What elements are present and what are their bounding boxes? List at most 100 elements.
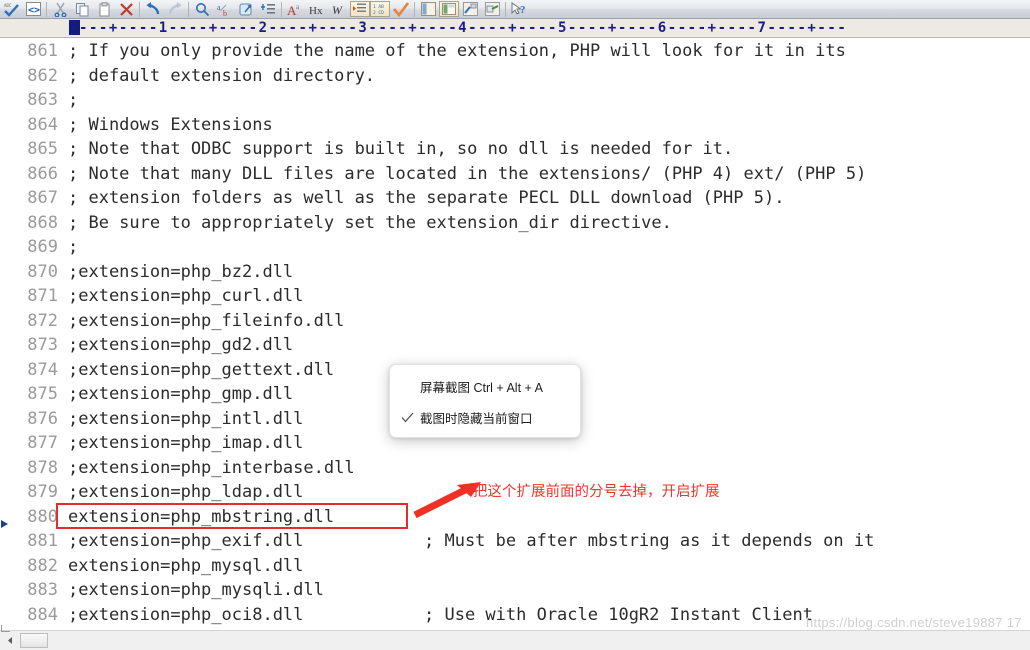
code-line[interactable]: 867 ; extension folders as well as the se…	[0, 186, 1030, 211]
copy-icon[interactable]	[71, 0, 93, 18]
syntax-check-icon[interactable]	[390, 0, 412, 18]
help-pointer-icon[interactable]: ?	[508, 0, 530, 18]
line-number: 870	[27, 261, 58, 282]
paste-icon[interactable]	[93, 0, 115, 18]
code-line[interactable]: 868 ; Be sure to appropriately set the ex…	[0, 211, 1030, 236]
line-number: 863	[27, 90, 58, 110]
line-number: 861	[27, 41, 58, 61]
line-number: 868	[27, 212, 58, 233]
replace-icon[interactable]: a b	[213, 0, 235, 18]
panel-left-icon[interactable]	[417, 0, 439, 18]
line-numbers-icon[interactable]: 1 AB 2 CD	[370, 1, 390, 17]
code-line[interactable]: 881 ;extension=php_exif.dll ; Must be afte…	[0, 529, 1030, 554]
panel-blue-icon[interactable]	[459, 0, 481, 18]
line-text: ;extension=php_ldap.dll	[68, 482, 304, 502]
hex-view-icon[interactable]: Hx	[306, 0, 328, 18]
line-text: ;extension=php_intl.dll	[68, 408, 304, 429]
code-line[interactable]: 883 ;extension=php_mysqli.dll	[0, 578, 1030, 603]
panel-green-icon[interactable]	[481, 0, 503, 18]
line-text: extension=php_mysql.dll	[68, 555, 304, 576]
word-wrap-icon[interactable]: W	[328, 0, 350, 18]
undo-icon[interactable]	[142, 0, 164, 18]
code-line-list[interactable]: 861 ; If you only provide the name of the…	[0, 39, 1030, 627]
horizontal-scrollbar[interactable]	[0, 625, 1030, 650]
font-format-icon[interactable]: A a	[284, 0, 306, 18]
code-line[interactable]: 872 ;extension=php_fileinfo.dll	[0, 309, 1030, 334]
menu-item-hide-window[interactable]: 截图时隐藏当前窗口	[390, 402, 580, 433]
line-trailing-comment: ; Must be after mbstring as it depends o…	[424, 531, 875, 551]
code-line[interactable]: 873 ;extension=php_gd2.dll	[0, 333, 1030, 358]
code-line[interactable]: 865 ; Note that ODBC support is built in,…	[0, 137, 1030, 162]
line-number: 884	[27, 604, 58, 625]
screenshot-context-menu[interactable]: 屏幕截图 Ctrl + Alt + A 截图时隐藏当前窗口	[389, 364, 581, 438]
panel-table-icon[interactable]	[439, 1, 459, 17]
indent-icon[interactable]	[350, 1, 370, 17]
line-text: extension=php_mbstring.dll	[68, 506, 335, 527]
code-line[interactable]: 869;	[0, 235, 1030, 260]
line-text: ; Note that many DLL files are located i…	[68, 163, 867, 184]
line-number: 879	[27, 482, 58, 502]
find-icon[interactable]	[191, 0, 213, 18]
code-line[interactable]: 862 ; default extension directory.	[0, 64, 1030, 89]
code-line[interactable]: 882 extension=php_mysql.dll	[0, 554, 1030, 579]
line-number: 877	[27, 433, 58, 453]
line-number: 864	[27, 114, 58, 135]
code-line[interactable]: 878 ;extension=php_interbase.dll	[0, 456, 1030, 481]
line-text: ; If you only provide the name of the ex…	[68, 41, 846, 61]
toolbar-separator	[188, 1, 189, 17]
line-text: ;extension=php_bz2.dll	[68, 261, 294, 282]
text-editor-area[interactable]: 861 ; If you only provide the name of the…	[0, 39, 1030, 629]
line-number: 867	[27, 188, 58, 208]
code-line[interactable]: 866 ; Note that many DLL files are locate…	[0, 162, 1030, 187]
line-text: ;extension=php_oci8.dll	[68, 604, 304, 625]
menu-item-screenshot[interactable]: 屏幕截图 Ctrl + Alt + A	[390, 371, 580, 402]
line-number: 878	[27, 457, 58, 478]
code-line[interactable]: 861 ; If you only provide the name of the…	[0, 39, 1030, 64]
goto-icon[interactable]	[235, 0, 257, 18]
svg-text:Hx: Hx	[309, 5, 323, 17]
code-line[interactable]: 871 ;extension=php_curl.dll	[0, 284, 1030, 309]
scroll-corner-mark	[1, 625, 10, 632]
line-number: 872	[27, 310, 58, 331]
toolbar-separator	[281, 1, 282, 17]
menu-item-hide-window-label: 截图时隐藏当前窗口	[420, 412, 533, 426]
line-trailing-comment: ; Use with Oracle 10gR2 Instant Client	[424, 604, 813, 625]
line-text: ;	[68, 237, 79, 257]
line-text: ;extension=php_fileinfo.dll	[68, 310, 345, 331]
line-number: 882	[27, 555, 58, 576]
line-text: ; Windows Extensions	[68, 114, 273, 135]
toolbar-separator	[505, 1, 506, 17]
redo-icon[interactable]	[164, 0, 186, 18]
code-line[interactable]: 870 ;extension=php_bz2.dll	[0, 260, 1030, 285]
scroll-left-arrow-icon[interactable]	[2, 633, 18, 649]
svg-text:b: b	[223, 9, 227, 17]
line-text: ;extension=php_curl.dll	[68, 286, 304, 306]
line-text: ; Note that ODBC support is built in, so…	[68, 139, 734, 159]
ruler-scale: ----+----1----+----2----+----3----+----4…	[69, 20, 848, 36]
toolbar-separator	[46, 1, 47, 17]
menu-item-screenshot-label: 屏幕截图 Ctrl + Alt + A	[420, 381, 543, 395]
line-text: ;	[68, 90, 79, 110]
line-number: 869	[27, 237, 58, 257]
line-number: 875	[27, 384, 58, 404]
line-text: ;extension=php_gmp.dll	[68, 384, 294, 404]
toolbar-separator	[139, 1, 140, 17]
code-line[interactable]: 863;	[0, 88, 1030, 113]
line-text: ; default extension directory.	[68, 65, 376, 86]
cut-icon[interactable]	[49, 0, 71, 18]
code-line[interactable]: 880 extension=php_mbstring.dll	[0, 505, 1030, 530]
delete-icon[interactable]	[115, 0, 137, 18]
spell-check-icon[interactable]: ABC	[0, 0, 22, 18]
line-text: ;extension=php_imap.dll	[68, 433, 304, 453]
line-number: 881	[27, 531, 58, 551]
line-number: 874	[27, 359, 58, 380]
scrollbar-thumb[interactable]	[20, 633, 48, 648]
line-text: ; extension folders as well as the separ…	[68, 188, 785, 208]
line-text: ;extension=php_gettext.dll	[68, 359, 335, 380]
code-line[interactable]: 864 ; Windows Extensions	[0, 113, 1030, 138]
main-toolbar: ABC <> a b A a Hx W 1 AB 2 CD ?	[0, 0, 1030, 19]
svg-text:a: a	[296, 3, 300, 11]
code-tags-icon[interactable]: <>	[22, 0, 44, 18]
insert-list-icon[interactable]	[257, 0, 279, 18]
column-ruler: ----+----1----+----2----+----3----+----4…	[0, 19, 1030, 38]
